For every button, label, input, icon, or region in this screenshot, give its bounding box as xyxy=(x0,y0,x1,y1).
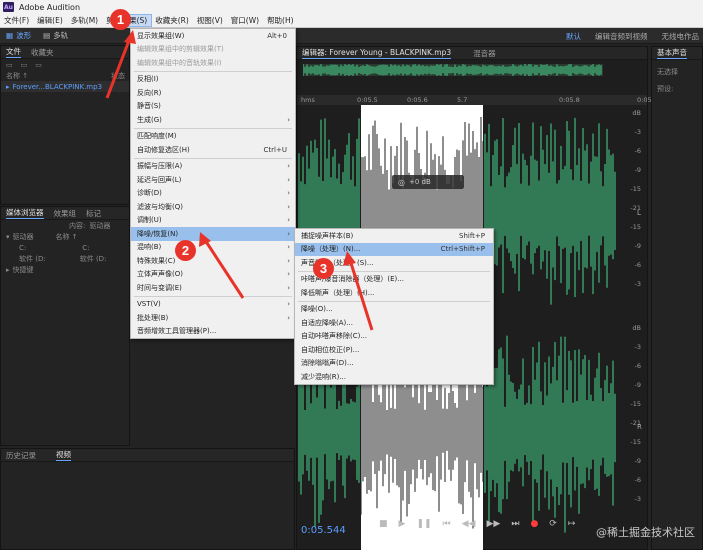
step-badge-1: 1 xyxy=(110,9,131,30)
step-badge-2: 2 xyxy=(175,240,196,261)
watermark: @稀土掘金技术社区 xyxy=(596,526,695,539)
arrow-2 xyxy=(199,232,245,299)
annotation-arrows xyxy=(105,30,374,331)
step-badge-3: 3 xyxy=(313,258,334,279)
arrow-3 xyxy=(343,251,374,331)
arrow-1 xyxy=(105,30,136,99)
